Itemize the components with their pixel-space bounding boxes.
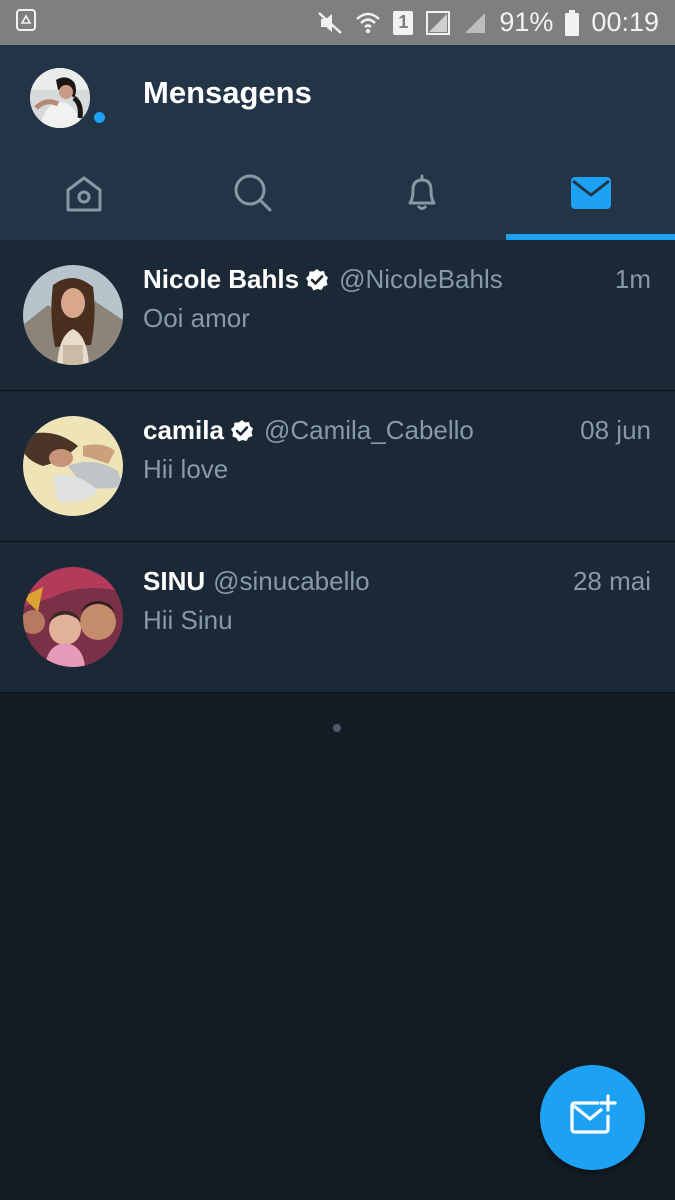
signal-icon <box>463 11 487 35</box>
message-time: 08 jun <box>580 415 651 445</box>
my-profile-avatar[interactable] <box>30 68 90 128</box>
contact-handle: @sinucabello <box>213 566 370 596</box>
battery-percent: 91% <box>499 7 554 37</box>
wifi-icon <box>355 10 381 36</box>
bell-icon <box>401 172 443 219</box>
compose-message-icon <box>569 1093 617 1142</box>
clock: 00:19 <box>591 7 659 37</box>
avatar[interactable] <box>23 567 123 667</box>
avatar[interactable] <box>23 265 123 365</box>
loading-indicator <box>333 724 341 732</box>
tab-search[interactable] <box>169 151 338 240</box>
sim-slot-number: 1 <box>398 12 409 32</box>
recycle-icon <box>16 9 36 36</box>
contact-name: SINU <box>143 566 206 596</box>
search-icon <box>232 172 274 219</box>
verified-badge-icon <box>230 419 254 443</box>
battery-icon <box>565 9 580 36</box>
conversation-list: Nicole Bahls @NicoleBahls 1m Ooi amor ca… <box>0 240 675 693</box>
tab-messages[interactable] <box>506 151 675 240</box>
tab-home[interactable] <box>0 151 169 240</box>
message-preview: Hii love <box>143 454 229 484</box>
page-title: Mensagens <box>143 75 312 110</box>
tab-bar <box>0 151 675 240</box>
message-time: 28 mai <box>572 566 651 596</box>
header-top-row: Mensagens <box>0 45 675 151</box>
sim-icon: 1 <box>393 10 414 35</box>
message-preview: Hii Sinu <box>143 605 233 635</box>
avatar[interactable] <box>23 416 123 516</box>
home-unread-dot <box>94 112 105 123</box>
contact-name: camila <box>143 415 224 445</box>
envelope-icon <box>570 176 612 215</box>
tab-notifications[interactable] <box>338 151 507 240</box>
contact-handle: @Camila_Cabello <box>263 415 474 445</box>
contact-handle: @NicoleBahls <box>339 264 503 294</box>
message-time: 1m <box>614 264 651 294</box>
conversation-header: Nicole Bahls @NicoleBahls 1m <box>143 264 651 295</box>
verified-badge-icon <box>305 268 329 292</box>
conversation-row[interactable]: Nicole Bahls @NicoleBahls 1m Ooi amor <box>0 240 675 391</box>
app-header: Mensagens <box>0 45 675 240</box>
new-message-button[interactable] <box>540 1065 645 1170</box>
message-preview: Ooi amor <box>143 303 250 333</box>
contact-name: Nicole Bahls <box>143 264 300 294</box>
conversation-header: camila @Camila_Cabello 08 jun <box>143 415 651 446</box>
status-bar: 1 91% 00:19 <box>0 0 675 45</box>
mute-icon <box>317 10 343 36</box>
home-icon <box>63 172 105 219</box>
conversation-row[interactable]: camila @Camila_Cabello 08 jun Hii love <box>0 391 675 542</box>
conversation-header: SINU @sinucabello 28 mai <box>143 566 651 597</box>
no-signal-icon <box>425 10 451 36</box>
conversation-row[interactable]: SINU @sinucabello 28 mai Hii Sinu <box>0 542 675 693</box>
